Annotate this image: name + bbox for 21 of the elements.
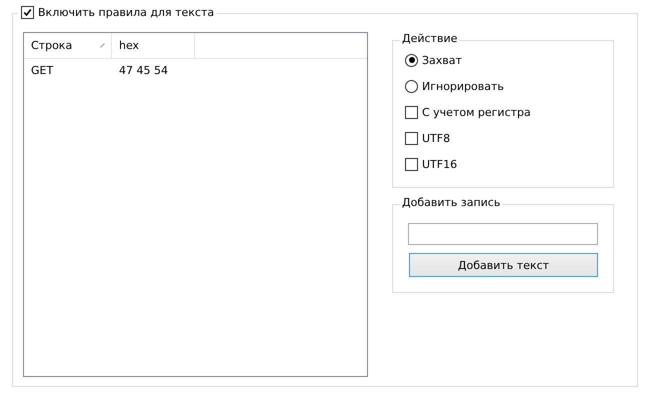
list-view[interactable]: Строка hex GET 47 45 54	[23, 32, 368, 377]
table-cell-text: GET	[30, 64, 54, 76]
radio-button[interactable]	[405, 80, 418, 92]
column-header[interactable]: Строка	[24, 33, 112, 58]
checkbox[interactable]	[405, 158, 418, 170]
text-field[interactable]	[408, 223, 598, 245]
checkbox-label[interactable]: UTF8	[422, 132, 450, 144]
checkbox[interactable]	[405, 106, 418, 118]
checkbox[interactable]	[405, 132, 418, 144]
table-cell-text: 47 45 54	[118, 64, 169, 76]
group-title: Действие	[400, 32, 460, 45]
column-header[interactable]: hex	[112, 33, 195, 58]
radio-label[interactable]: Захват	[422, 54, 462, 66]
group-title: Добавить запись	[400, 196, 502, 209]
checkbox-label[interactable]: Включить правила для текста	[38, 6, 214, 19]
add-button[interactable]: Добавить текст	[409, 253, 598, 277]
radio-label[interactable]: Игнорировать	[422, 80, 504, 92]
radio-button[interactable]	[405, 54, 418, 66]
checkbox-label[interactable]: С учетом регистра	[422, 106, 531, 118]
checkbox-label[interactable]: UTF16	[422, 158, 458, 170]
checkbox[interactable]	[21, 6, 34, 19]
